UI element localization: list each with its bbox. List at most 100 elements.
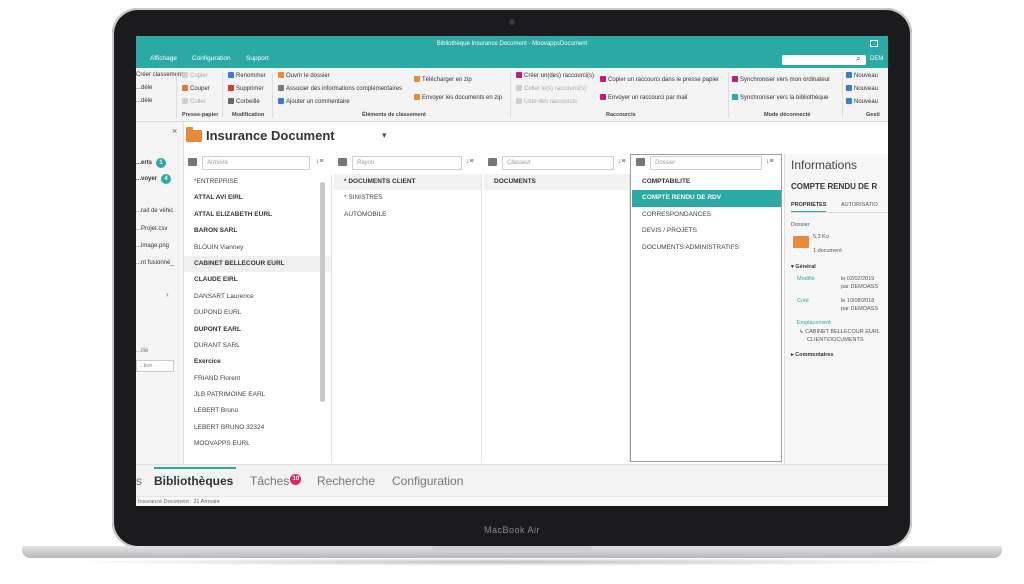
group-shortcuts: Raccourcis xyxy=(606,112,636,118)
location-path-1[interactable]: ↳ CABINET BELLECOUR EURL xyxy=(799,329,880,335)
send-zip-button[interactable]: Envoyer les documents en zip xyxy=(414,94,502,101)
tasks-count-badge: 10 xyxy=(290,474,302,485)
left-item-send[interactable]: ...voyer 4 xyxy=(136,174,172,184)
tab-configuration[interactable]: Configuration xyxy=(392,474,463,488)
list-item[interactable]: AUTOMOBILE xyxy=(334,207,481,223)
ribbon-separator xyxy=(272,72,273,118)
tab-bibliotheques[interactable]: Bibliothèques xyxy=(154,474,233,488)
list-item[interactable]: *ENTREPRISE xyxy=(184,174,331,190)
list-item[interactable]: LEBERT Bruno xyxy=(184,403,331,419)
ribbon-model-2[interactable]: ...dèle xyxy=(136,98,152,104)
list-item[interactable]: ATTAL ELIZABETH EURL xyxy=(184,207,331,223)
status-bar: Insurance Document : 21 Armoire xyxy=(136,496,888,506)
list-item[interactable]: DURANT SARL xyxy=(184,338,331,354)
download-zip-button[interactable]: Télécharger en zip xyxy=(414,76,472,83)
tab-taches[interactable]: Tâches 10 xyxy=(250,474,302,488)
recent-file-3[interactable]: ...image.png xyxy=(136,243,169,249)
menu-support[interactable]: Support xyxy=(246,55,269,62)
paste-button[interactable]: Coller xyxy=(182,98,206,105)
new-button-1[interactable]: Nouveau xyxy=(846,72,878,79)
delete-button[interactable]: Supprimer xyxy=(228,85,264,92)
classeur-filter-input[interactable]: Classeur xyxy=(502,156,614,170)
left-panel: × ...erts 1 ...voyer 4 ...rait de véhic ..… xyxy=(136,122,184,464)
classeur-column: DOCUMENTS xyxy=(484,174,630,462)
list-item[interactable]: Exercice xyxy=(184,354,331,370)
info-type: Dossier xyxy=(791,222,810,228)
ribbon-separator xyxy=(176,72,177,118)
recent-file-2[interactable]: ...Projet.csv xyxy=(136,226,167,232)
tab-recherche[interactable]: Recherche xyxy=(317,474,375,488)
global-search-input[interactable] xyxy=(782,55,866,65)
open-folder-button[interactable]: Ouvrir le dossier xyxy=(278,72,330,79)
list-item[interactable]: JLB PATRIMOINE EARL xyxy=(184,387,331,403)
trash-button[interactable]: Corbeille xyxy=(228,98,260,105)
divider xyxy=(791,212,888,213)
menu-affichage[interactable]: Affichage xyxy=(150,55,177,62)
window-restore-icon[interactable] xyxy=(870,40,878,47)
sync-computer-button[interactable]: Synchroniser vers mon ordinateur xyxy=(732,76,830,83)
sort-icon[interactable]: ↓≡ xyxy=(618,158,626,165)
user-name[interactable]: DEM xyxy=(870,56,883,62)
rename-button[interactable]: Renommer xyxy=(228,72,266,79)
paste-icon xyxy=(182,98,188,104)
mail-shortcut-button[interactable]: Envoyer un raccourci par mail xyxy=(600,94,687,101)
list-item[interactable]: DOCUMENTS xyxy=(484,174,629,191)
sort-icon[interactable]: ↓≡ xyxy=(466,158,474,165)
list-item[interactable]: CLAUDE EIRL xyxy=(184,272,331,288)
comments-section-toggle[interactable]: ▸ Commentaires xyxy=(791,352,834,358)
left-item-alerts[interactable]: ...erts 1 xyxy=(136,158,167,168)
info-size: 5,3 Ko xyxy=(813,234,829,240)
active-tab-indicator xyxy=(154,467,236,469)
info-panel: Informations COMPTE RENDU DE R PROPRIETE… xyxy=(784,154,888,464)
list-item[interactable]: BARON SARL xyxy=(184,223,331,239)
list-item[interactable]: BLOUIN Vianney xyxy=(184,240,331,256)
list-item[interactable]: MOOVAPPS EURL xyxy=(184,436,331,452)
armoire-filter-input[interactable]: Armoire xyxy=(202,156,310,170)
recent-file-1[interactable]: ...rait de véhic xyxy=(136,208,173,214)
group-offline: Mode déconnecté xyxy=(764,112,811,118)
chevron-down-icon[interactable]: ▾ xyxy=(382,130,387,141)
list-item[interactable]: CABINET BELLECOUR EURL xyxy=(184,255,331,273)
general-section-toggle[interactable]: ▾ Général xyxy=(791,264,816,270)
new-button-3[interactable]: Nouveau xyxy=(846,98,878,105)
sort-icon[interactable]: ↓≡ xyxy=(316,158,324,165)
associate-info-button[interactable]: Associer des informations complémentaire… xyxy=(278,85,402,92)
ribbon-separator xyxy=(510,72,511,118)
sync-library-button[interactable]: Synchroniser vers la bibliothèque xyxy=(732,94,828,101)
list-item[interactable]: LEBERT BRUNO 32324 xyxy=(184,420,331,436)
mail-icon xyxy=(600,94,606,100)
list-item[interactable]: DUPONT EARL xyxy=(184,322,331,338)
modified-by: par DEMOASS xyxy=(841,284,878,290)
chevron-right-icon[interactable]: › xyxy=(166,290,169,299)
tab-authorizations[interactable]: AUTORISATIO xyxy=(841,202,878,208)
cut-button[interactable]: Couper xyxy=(182,85,210,92)
list-item[interactable]: DUPOND EURL xyxy=(184,305,331,321)
ribbon: Créer classement ...dèle ...dèle Copier … xyxy=(136,68,888,122)
recent-file-4[interactable]: ...nt fusionné_ xyxy=(136,260,174,266)
menu-configuration[interactable]: Configuration xyxy=(192,55,231,62)
list-item[interactable]: ATTAL AVI EIRL xyxy=(184,190,331,206)
ribbon-separator xyxy=(222,72,223,118)
list-item[interactable]: FRIAND Florent xyxy=(184,371,331,387)
list-item[interactable]: DANSART Laurence xyxy=(184,289,331,305)
new-icon xyxy=(846,72,852,78)
search-icon[interactable]: ⌕ xyxy=(856,54,860,64)
copy-button[interactable]: Copier xyxy=(182,72,208,79)
close-icon[interactable]: × xyxy=(172,126,177,136)
left-panel-input[interactable]: ...tion xyxy=(136,360,174,372)
tab-partial[interactable]: s xyxy=(136,474,142,488)
paste-shortcut-button[interactable]: Coller le(s) raccourci(s) xyxy=(516,85,586,92)
copy-shortcut-link-button[interactable]: Copier un raccourci dans le presse papie… xyxy=(600,76,719,83)
alerts-count-badge: 1 xyxy=(156,158,167,168)
create-shortcut-button[interactable]: Créer un(des) raccourci(s) xyxy=(516,72,594,79)
armoire-icon xyxy=(188,158,197,166)
list-item[interactable]: * DOCUMENTS CLIENT xyxy=(334,174,481,191)
armoire-scrollbar[interactable] xyxy=(320,182,325,402)
rayon-filter-input[interactable]: Rayon xyxy=(352,156,462,170)
list-shortcuts-button[interactable]: Liste des raccourcis xyxy=(516,98,577,105)
list-item[interactable]: * SINISTRES xyxy=(334,190,481,206)
add-comment-button[interactable]: Ajouter un commentaire xyxy=(278,98,350,105)
sync-icon xyxy=(732,76,738,82)
new-button-2[interactable]: Nouveau xyxy=(846,85,878,92)
ribbon-model-1[interactable]: ...dèle xyxy=(136,85,152,91)
